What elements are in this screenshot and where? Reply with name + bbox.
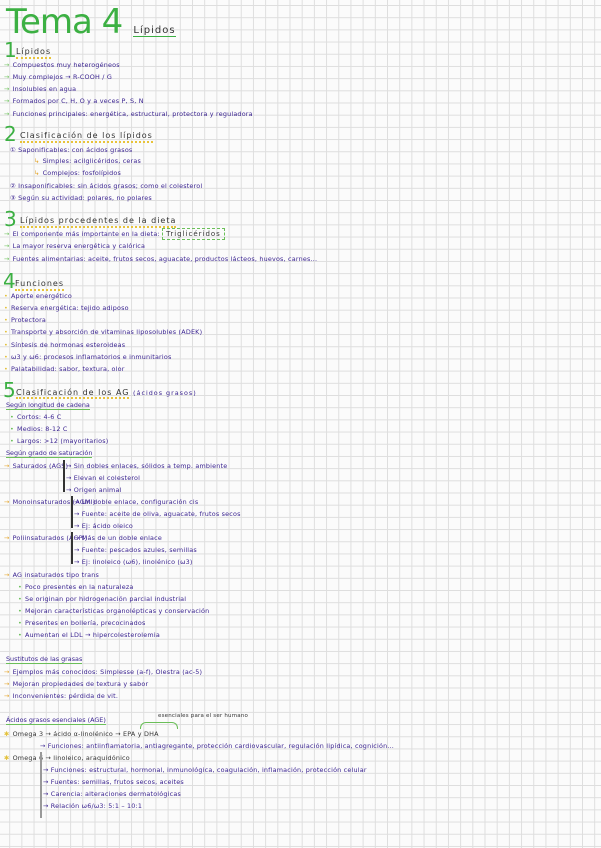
list-item: • Protectora	[4, 316, 47, 324]
list-item: • Reserva energética: tejido adiposo	[4, 304, 129, 312]
section-number: 4	[3, 269, 16, 293]
list-item: → Más de un doble enlace	[74, 534, 163, 542]
section-heading: Funciones	[15, 279, 64, 291]
title-main: Tema 4	[6, 2, 123, 42]
list-item: • Mejoran características organolépticas …	[18, 607, 210, 615]
list-item: → Saturados (AGS)	[4, 462, 69, 470]
subsection-title: Según longitud de cadena	[6, 401, 90, 410]
subsection-title: Ácidos grasos esenciales (AGE)	[6, 716, 106, 725]
section-heading: Lípidos procedentes de la dieta	[20, 216, 177, 228]
list-item: → Funciones: estructural, hormonal, inmu…	[43, 766, 367, 774]
list-item: → Formados por C, H, O y a veces P, S, N	[4, 97, 144, 105]
bracket-line	[40, 752, 42, 818]
list-item: → Origen animal	[66, 486, 122, 494]
list-item: • Largos: >12 (mayoritarios)	[10, 437, 109, 445]
list-item: → Relación ω6/ω3: 5:1 – 10:1	[43, 802, 143, 810]
section-number: 1	[4, 38, 17, 62]
list-item: ① Saponificables: con ácidos grasos	[10, 146, 133, 154]
list-item: → Fuente: aceite de oliva, aguacate, fru…	[74, 510, 241, 518]
list-item: → Elevan el colesterol	[66, 474, 141, 482]
list-item: → Compuestos muy heterogéneos	[4, 61, 120, 69]
list-item: → Ejemplos más conocidos: Simplesse (a-f)…	[4, 668, 203, 676]
list-item: → Ej: linoleico (ω6), linolénico (ω3)	[74, 558, 193, 566]
bracket-line	[71, 532, 73, 564]
list-item: • Se originan por hidrogenación parcial i…	[18, 595, 187, 603]
subsection-title: Según grado de saturación	[6, 449, 93, 458]
section-number: 2	[4, 122, 17, 146]
list-item: → AG insaturados tipo trans	[4, 571, 100, 579]
section-number: 5	[3, 378, 16, 402]
list-item: → Un doble enlace, configuración cis	[74, 498, 199, 506]
list-item: → Insolubles en agua	[4, 85, 77, 93]
section-heading: Clasificación de los lípidos	[20, 131, 153, 143]
list-item: → Sin dobles enlaces, sólidos a temp. am…	[66, 462, 228, 470]
list-item: • ω3 y ω6: procesos inflamatorios e inmun…	[4, 353, 172, 361]
list-item: • Medios: 8-12 C	[10, 425, 68, 433]
bracket-line	[71, 496, 73, 528]
highlight-box: Triglicéridos	[162, 228, 225, 240]
brace	[140, 722, 178, 729]
list-item: ③ Según su actividad: polares, no polare…	[10, 194, 152, 202]
title-topic: Lípidos	[133, 25, 176, 37]
list-item: → Muy complejos → R-COOH / G	[4, 73, 112, 81]
list-item: • Poco presentes en la naturaleza	[18, 583, 134, 591]
list-item: → Fuentes alimentarias: aceite, frutos se…	[4, 255, 318, 263]
section-heading: Clasificación de los AG (ácidos grasos)	[16, 388, 197, 399]
list-item: • Transporte y absorción de vitaminas lip…	[4, 328, 203, 336]
list-item: → La mayor reserva energética y calórica	[4, 242, 146, 250]
list-item: • Palatabilidad: sabor, textura, olor	[4, 365, 125, 373]
list-item: → Mejoran propiedades de textura y sabor	[4, 680, 149, 688]
list-item: → Fuente: pescados azules, semillas	[74, 546, 197, 554]
section-heading: Lípidos	[16, 47, 52, 59]
page-title: Tema 4 Lípidos	[6, 2, 176, 42]
list-item: ↳ Complejos: fosfolípidos	[34, 169, 122, 177]
bracket-line	[63, 460, 65, 492]
annotation-note: esenciales para el ser humano	[158, 713, 249, 719]
list-item: ↳ Simples: acilglicéridos, ceras	[34, 157, 142, 165]
list-item: → El componente más importante en la diet…	[4, 228, 225, 240]
list-item: → Fuentes: semillas, frutos secos, aceit…	[43, 778, 184, 786]
list-item: • Cortos: 4-6 C	[10, 413, 62, 421]
list-item: ② Insaponificables: sin ácidos grasos; c…	[10, 182, 203, 190]
list-item: ✱ Omega 6 → linoleico, araquidónico	[4, 754, 130, 762]
list-item: • Presentes en bollería, precocinados	[18, 619, 146, 627]
list-item: → Funciones principales: energética, estr…	[4, 110, 253, 118]
list-item: • Síntesis de hormonas esteroideas	[4, 341, 126, 349]
list-item: → Funciones: antiinflamatoria, antiagreg…	[40, 742, 395, 750]
list-item: → Inconvenientes: pérdida de vit.	[4, 692, 119, 700]
list-item: • Aumentan el LDL → hipercolesterolemia	[18, 631, 160, 639]
list-item: ✱ Omega 3 → ácido α-linolénico → EPA y DH…	[4, 730, 159, 738]
list-item: → Ej: ácido oleico	[74, 522, 134, 530]
subsection-title: Sustitutos de las grasas	[6, 655, 83, 664]
section-number: 3	[4, 207, 17, 231]
list-item: → Carencia: alteraciones dermatológicas	[43, 790, 181, 798]
list-item: • Aporte energético	[4, 292, 72, 300]
